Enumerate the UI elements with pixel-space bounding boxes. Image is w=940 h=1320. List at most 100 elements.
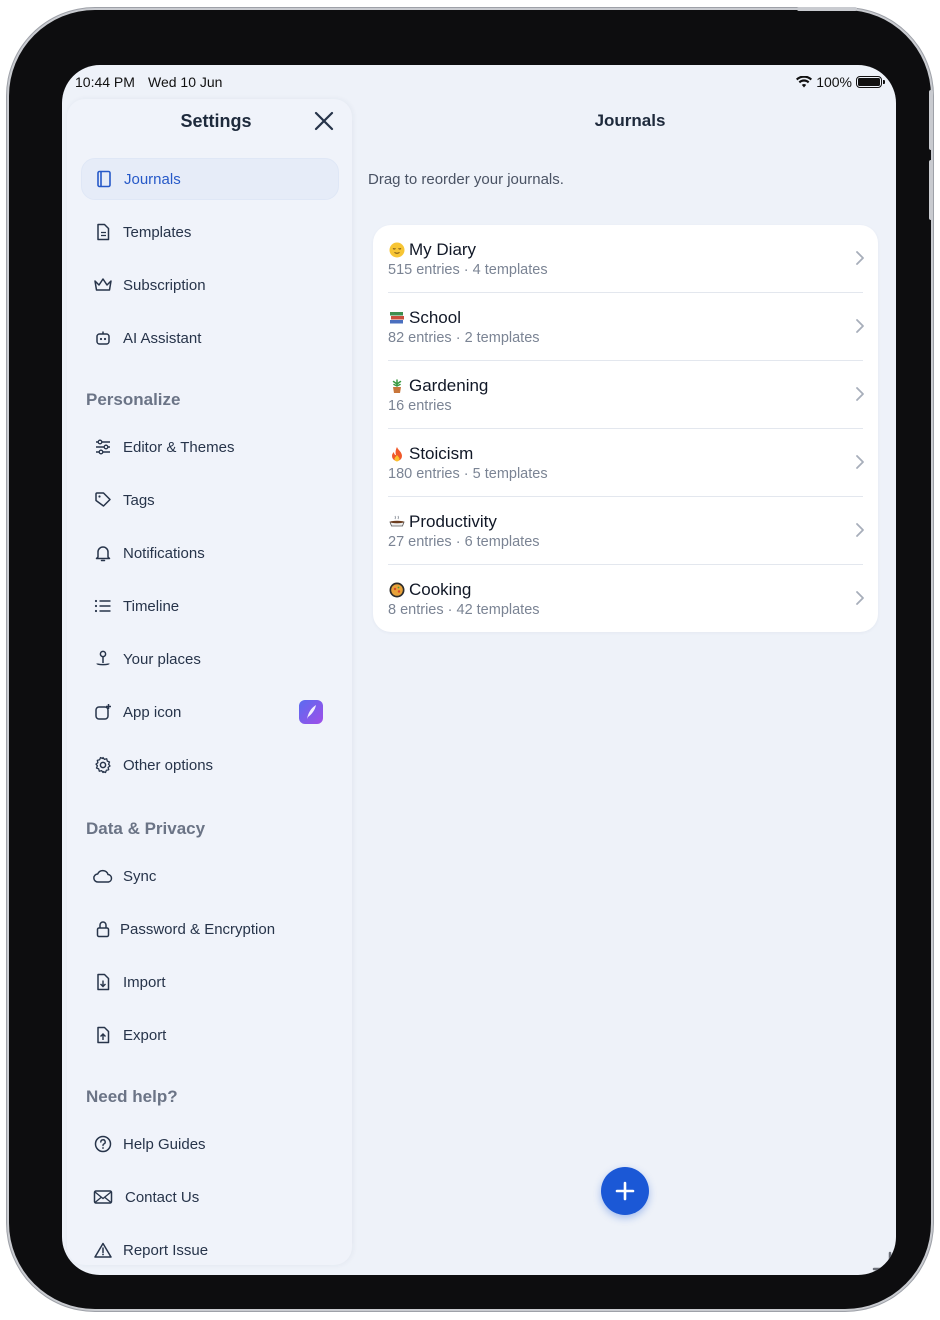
envelope-icon xyxy=(93,1187,113,1207)
sidebar-item-templates[interactable]: Templates xyxy=(81,211,339,253)
journal-emoji xyxy=(388,581,406,599)
bell-icon xyxy=(93,543,113,563)
journal-emoji xyxy=(388,445,406,463)
chevron-right-icon xyxy=(856,251,864,265)
sidebar-item-report-issue[interactable]: Report Issue xyxy=(81,1229,339,1271)
journal-meta: 82 entries · 2 templates xyxy=(388,330,540,346)
close-button[interactable] xyxy=(311,108,337,134)
journal-list: My Diary 515 entries · 4 templates Schoo… xyxy=(373,225,878,632)
battery-percent: 100% xyxy=(816,74,852,90)
sidebar-item-contact-us[interactable]: Contact Us xyxy=(81,1176,339,1218)
cloud-icon xyxy=(93,866,113,886)
resize-corner-icon xyxy=(872,1251,892,1271)
sidebar-item-notifications[interactable]: Notifications xyxy=(81,532,339,574)
sidebar-item-label: Sync xyxy=(123,867,157,885)
journal-meta: 16 entries xyxy=(388,398,452,414)
chevron-right-icon xyxy=(856,319,864,333)
reorder-hint: Drag to reorder your journals. xyxy=(368,171,564,188)
sidebar-item-label: Timeline xyxy=(123,597,180,615)
page-title: Journals xyxy=(594,111,666,130)
sidebar-item-label: Contact Us xyxy=(125,1188,200,1206)
sidebar-item-export[interactable]: Export xyxy=(81,1014,339,1056)
sidebar-item-timeline[interactable]: Timeline xyxy=(81,585,339,627)
journal-meta: 180 entries · 5 templates xyxy=(388,466,548,482)
journal-name: Gardening xyxy=(409,376,489,395)
robot-icon xyxy=(93,328,113,348)
journal-meta: 27 entries · 6 templates xyxy=(388,534,540,550)
fire-icon xyxy=(392,447,402,462)
section-data-privacy: Data & Privacy xyxy=(86,819,206,838)
status-right: 100% xyxy=(796,74,885,90)
sidebar-item-password-encryption[interactable]: Password & Encryption xyxy=(81,908,339,950)
sidebar-item-tags[interactable]: Tags xyxy=(81,479,339,521)
sidebar-item-label: AI Assistant xyxy=(123,329,202,347)
journal-name: Cooking xyxy=(409,580,472,599)
journal-row-my-diary[interactable]: My Diary 515 entries · 4 templates xyxy=(373,225,878,293)
app-icon-icon xyxy=(93,702,113,722)
document-icon xyxy=(93,222,113,242)
battery-icon xyxy=(856,76,885,88)
section-personalize: Personalize xyxy=(86,390,181,409)
sidebar-item-label: Your places xyxy=(123,650,201,668)
status-bar: 10:44 PM Wed 10 Jun 100% xyxy=(62,65,896,99)
top-button xyxy=(797,7,857,11)
sidebar-item-ai-assistant[interactable]: AI Assistant xyxy=(81,317,339,359)
sidebar-item-app-icon[interactable]: App icon xyxy=(81,691,339,733)
journal-name: My Diary xyxy=(409,240,477,259)
wifi-icon xyxy=(796,76,813,88)
journal-row-productivity[interactable]: Productivity 27 entries · 6 templates xyxy=(373,497,878,565)
sidebar-item-import[interactable]: Import xyxy=(81,961,339,1003)
journal-meta: 8 entries · 42 templates xyxy=(388,602,540,618)
chevron-right-icon xyxy=(856,387,864,401)
potted-plant-icon xyxy=(392,379,402,393)
volume-button xyxy=(929,160,933,220)
sidebar-item-subscription[interactable]: Subscription xyxy=(81,264,339,306)
close-icon xyxy=(314,111,334,131)
question-circle-icon xyxy=(93,1134,113,1154)
sidebar-item-label: Password & Encryption xyxy=(120,920,276,938)
journal-row-school[interactable]: School 82 entries · 2 templates xyxy=(373,293,878,361)
journal-emoji xyxy=(388,377,406,395)
chevron-right-icon xyxy=(856,591,864,605)
tablet-frame: 10:44 PM Wed 10 Jun 100% Settings Journa… xyxy=(9,7,933,1309)
plus-icon xyxy=(615,1181,635,1201)
sidebar-item-journals[interactable]: Journals xyxy=(81,158,339,200)
file-import-icon xyxy=(93,972,113,992)
sidebar-item-your-places[interactable]: Your places xyxy=(81,638,339,680)
sidebar-item-label: Editor & Themes xyxy=(123,438,235,456)
sidebar-item-editor-themes[interactable]: Editor & Themes xyxy=(81,426,339,468)
sliders-icon xyxy=(93,437,113,457)
warning-icon xyxy=(93,1240,113,1260)
sidebar-item-label: Help Guides xyxy=(123,1135,206,1153)
screen: 10:44 PM Wed 10 Jun 100% Settings Journa… xyxy=(62,65,896,1275)
journal-emoji xyxy=(388,513,406,531)
sidebar-item-help-guides[interactable]: Help Guides xyxy=(81,1123,339,1165)
status-date: Wed 10 Jun xyxy=(148,74,223,90)
journal-row-stoicism[interactable]: Stoicism 180 entries · 5 templates xyxy=(373,429,878,497)
tag-icon xyxy=(93,490,113,510)
map-pin-icon xyxy=(93,649,113,669)
volume-button xyxy=(929,90,933,150)
books-icon xyxy=(390,312,404,324)
journal-row-gardening[interactable]: Gardening 16 entries xyxy=(373,361,878,429)
sidebar-item-label: Subscription xyxy=(123,276,206,294)
sidebar-item-label: Other options xyxy=(123,756,214,774)
book-icon xyxy=(94,169,114,189)
sidebar-item-other-options[interactable]: Other options xyxy=(81,744,339,786)
journal-emoji xyxy=(388,309,406,327)
journal-emoji xyxy=(388,241,406,259)
gear-icon xyxy=(93,755,113,775)
paella-pan-icon xyxy=(389,582,405,598)
journal-row-cooking[interactable]: Cooking 8 entries · 42 templates xyxy=(373,565,878,633)
sidebar-item-sync[interactable]: Sync xyxy=(81,855,339,897)
file-export-icon xyxy=(93,1025,113,1045)
crown-icon xyxy=(93,275,113,295)
chevron-right-icon xyxy=(856,523,864,537)
add-journal-button[interactable] xyxy=(601,1167,649,1215)
section-need-help: Need help? xyxy=(86,1087,178,1106)
sidebar-item-label: Export xyxy=(123,1026,167,1044)
status-time: 10:44 PM xyxy=(75,74,135,90)
sidebar-item-label: Templates xyxy=(123,223,192,241)
relieved-face-icon xyxy=(389,242,405,258)
sidebar-item-label: Notifications xyxy=(123,544,205,562)
